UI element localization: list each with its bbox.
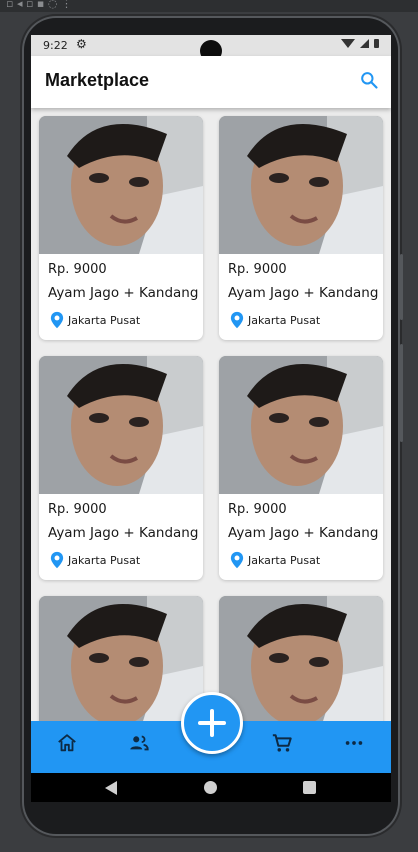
recents-icon[interactable] xyxy=(303,781,316,794)
location-pin-icon xyxy=(230,311,244,329)
location-label: Jakarta Pusat xyxy=(248,313,321,327)
location-label: Jakarta Pusat xyxy=(68,313,141,327)
location-pin-icon xyxy=(50,311,64,329)
more-horiz-icon[interactable] xyxy=(343,732,365,754)
product-photo xyxy=(219,356,383,494)
system-navigation-bar xyxy=(31,773,391,802)
status-bar: 9:22 ⚙ xyxy=(31,35,391,62)
product-photo xyxy=(39,116,203,254)
product-location: Jakarta Pusat xyxy=(50,551,140,569)
product-name: Ayam Jago + Kandang xyxy=(228,525,379,541)
product-name: Ayam Jago + Kandang xyxy=(48,525,199,541)
status-icons xyxy=(341,39,379,48)
product-card[interactable]: Rp. 9000 Ayam Jago + Kandang Jakarta Pus… xyxy=(39,116,203,340)
product-photo xyxy=(39,596,203,734)
product-price: Rp. 9000 xyxy=(228,262,287,277)
device-power-button xyxy=(400,344,403,442)
wifi-icon xyxy=(341,39,355,48)
product-photo xyxy=(219,116,383,254)
device-volume-button xyxy=(400,254,403,320)
product-name: Ayam Jago + Kandang xyxy=(48,285,199,301)
phone-screen: 9:22 ⚙ Marketplace Rp. 9000 Ayam Jago + … xyxy=(31,35,391,802)
emulator-toolbar: ▫ ◂ ▫ ▪ ◌ ⋮ xyxy=(0,0,418,12)
add-fab-button[interactable] xyxy=(181,692,243,754)
product-name: Ayam Jago + Kandang xyxy=(228,285,379,301)
location-label: Jakarta Pusat xyxy=(68,553,141,567)
cart-icon[interactable] xyxy=(271,732,293,754)
location-label: Jakarta Pusat xyxy=(248,553,321,567)
page-title: Marketplace xyxy=(45,70,150,90)
battery-icon xyxy=(374,39,379,48)
product-location: Jakarta Pusat xyxy=(230,311,320,329)
back-icon[interactable] xyxy=(105,781,117,795)
product-card[interactable]: Rp. 9000 Ayam Jago + Kandang Jakarta Pus… xyxy=(39,356,203,580)
people-icon[interactable] xyxy=(128,732,150,754)
search-icon[interactable] xyxy=(359,70,379,90)
product-location: Jakarta Pusat xyxy=(50,311,140,329)
location-pin-icon xyxy=(230,551,244,569)
signal-icon xyxy=(360,39,369,48)
status-time: 9:22 xyxy=(43,39,68,52)
product-card[interactable]: Rp. 9000 Ayam Jago + Kandang Jakarta Pus… xyxy=(219,356,383,580)
home-button-icon[interactable] xyxy=(204,781,217,794)
product-location: Jakarta Pusat xyxy=(230,551,320,569)
product-price: Rp. 9000 xyxy=(48,262,107,277)
toolbar-icons: ▫ ◂ ▫ ▪ ◌ ⋮ xyxy=(6,0,72,10)
app-bar: Marketplace xyxy=(31,56,391,108)
product-photo xyxy=(219,596,383,734)
location-pin-icon xyxy=(50,551,64,569)
product-price: Rp. 9000 xyxy=(48,502,107,517)
product-card[interactable]: Rp. 9000 Ayam Jago + Kandang Jakarta Pus… xyxy=(219,116,383,340)
product-photo xyxy=(39,356,203,494)
home-icon[interactable] xyxy=(56,732,78,754)
add-icon xyxy=(198,709,226,737)
product-price: Rp. 9000 xyxy=(228,502,287,517)
settings-gear-icon: ⚙ xyxy=(76,37,87,51)
